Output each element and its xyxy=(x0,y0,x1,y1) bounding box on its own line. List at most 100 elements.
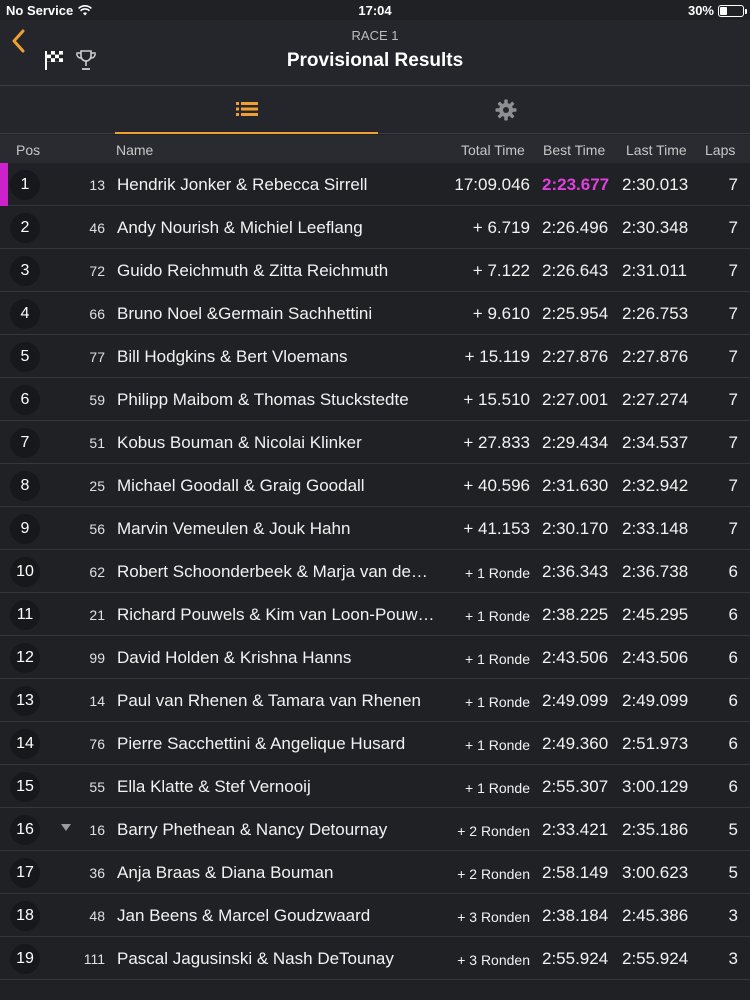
driver-names: Pascal Jagusinski & Nash DeTounay xyxy=(117,949,394,968)
best-time: 2:49.360 xyxy=(542,734,609,753)
tab-settings[interactable] xyxy=(378,86,633,134)
tab-results-list[interactable] xyxy=(115,86,378,134)
total-time: + 2 Ronden xyxy=(457,823,530,839)
result-row[interactable]: 18 48 Jan Beens & Marcel Goudzwaard + 3 Ron… xyxy=(0,894,750,937)
status-bar: No Service 17:04 30% xyxy=(0,0,750,20)
laps-count: 3 xyxy=(728,906,738,925)
result-row[interactable]: 17 36 Anja Braas & Diana Bouman + 2 Ronden 2… xyxy=(0,851,750,894)
laps-count: 6 xyxy=(728,648,738,667)
driver-names: Bill Hodgkins & Bert Vloemans xyxy=(117,347,348,366)
total-time: + 1 Ronde xyxy=(465,737,530,753)
position-badge: 14 xyxy=(10,729,40,759)
car-number: 16 xyxy=(89,822,105,838)
last-time: 2:55.924 xyxy=(622,949,689,968)
best-time: 2:26.643 xyxy=(542,261,609,280)
driver-names: Philipp Maibom & Thomas Stuckstedte xyxy=(117,390,409,409)
car-number: 51 xyxy=(89,435,105,451)
total-time: + 41.153 xyxy=(463,519,530,538)
col-total-time[interactable]: Total Time xyxy=(461,142,525,158)
driver-names: Hendrik Jonker & Rebecca Sirrell xyxy=(117,175,368,194)
last-time: 2:49.099 xyxy=(622,691,689,710)
total-time: 17:09.046 xyxy=(454,175,530,194)
car-number: 36 xyxy=(89,865,105,881)
result-row[interactable]: 2 46 Andy Nourish & Michiel Leeflang + 6.71… xyxy=(0,206,750,249)
result-row[interactable]: 4 66 Bruno Noel &Germain Sachhettini + 9.61… xyxy=(0,292,750,335)
driver-names: Ella Klatte & Stef Vernooij xyxy=(117,777,311,796)
position-badge: 8 xyxy=(10,471,40,501)
last-time: 2:43.506 xyxy=(622,648,689,667)
position-badge: 4 xyxy=(10,299,40,329)
position-badge: 6 xyxy=(10,385,40,415)
col-laps[interactable]: Laps xyxy=(705,142,735,158)
car-number: 13 xyxy=(89,177,105,193)
result-row[interactable]: 7 51 Kobus Bouman & Nicolai Klinker + 27.83… xyxy=(0,421,750,464)
laps-count: 6 xyxy=(728,691,738,710)
col-best-time[interactable]: Best Time xyxy=(543,142,605,158)
result-row[interactable]: 14 76 Pierre Sacchettini & Angelique Husar… xyxy=(0,722,750,765)
driver-names: Barry Phethean & Nancy Detournay xyxy=(117,820,388,839)
last-time: 3:00.623 xyxy=(622,863,689,882)
laps-count: 7 xyxy=(728,347,738,366)
total-time: + 40.596 xyxy=(463,476,530,495)
driver-names: Bruno Noel &Germain Sachhettini xyxy=(117,304,373,323)
best-time: 2:43.506 xyxy=(542,648,609,667)
result-row[interactable]: 13 14 Paul van Rhenen & Tamara van Rhenen +… xyxy=(0,679,750,722)
battery-icon xyxy=(718,4,747,17)
laps-count: 7 xyxy=(728,476,738,495)
best-time: 2:55.307 xyxy=(542,777,609,796)
result-row[interactable]: 1 13 Hendrik Jonker & Rebecca Sirrell 17:09… xyxy=(0,163,750,206)
col-pos[interactable]: Pos xyxy=(16,142,40,158)
best-time: 2:25.954 xyxy=(542,304,609,323)
battery-percent: 30% xyxy=(687,3,714,18)
best-time: 2:38.184 xyxy=(542,906,609,925)
best-time: 2:58.149 xyxy=(542,863,609,882)
total-time: + 15.119 xyxy=(464,347,530,366)
driver-names: David Holden & Krishna Hanns xyxy=(117,648,352,667)
race-label: RACE 1 xyxy=(351,28,399,43)
driver-names: Robert Schoonderbeek & Marja van de… xyxy=(117,562,428,581)
result-row[interactable]: 6 59 Philipp Maibom & Thomas Stuckstedte + … xyxy=(0,378,750,421)
car-number: 111 xyxy=(83,951,105,967)
col-name[interactable]: Name xyxy=(116,142,153,158)
result-row[interactable]: 15 55 Ella Klatte & Stef Vernooij + 1 Ronde… xyxy=(0,765,750,808)
result-row[interactable]: 10 62 Robert Schoonderbeek & Marja van de…… xyxy=(0,550,750,593)
result-row[interactable]: 11 21 Richard Pouwels & Kim van Loon-Pouw…… xyxy=(0,593,750,636)
car-number: 59 xyxy=(89,392,105,408)
best-time: 2:31.630 xyxy=(542,476,609,495)
result-row[interactable]: 9 56 Marvin Vemeulen & Jouk Hahn + 41.153 2:… xyxy=(0,507,750,550)
position-badge: 17 xyxy=(10,858,40,888)
result-row[interactable]: 8 25 Michael Goodall & Graig Goodall + 40.5… xyxy=(0,464,750,507)
car-number: 62 xyxy=(89,564,105,580)
total-time: + 1 Ronde xyxy=(465,608,530,624)
car-number: 55 xyxy=(89,779,105,795)
last-time: 2:51.973 xyxy=(622,734,689,753)
laps-count: 7 xyxy=(728,304,738,323)
laps-count: 6 xyxy=(728,777,738,796)
result-row[interactable]: 5 77 Bill Hodgkins & Bert Vloemans + 15.119… xyxy=(0,335,750,378)
best-time: 2:30.170 xyxy=(542,519,609,538)
fastest-lap-marker xyxy=(0,163,8,206)
driver-names: Pierre Sacchettini & Angelique Husard xyxy=(117,734,406,753)
tab-bar xyxy=(0,86,750,134)
result-row[interactable]: 16 16 Barry Phethean & Nancy Detournay + 2 … xyxy=(0,808,750,851)
position-badge: 15 xyxy=(10,772,40,802)
car-number: 46 xyxy=(89,220,105,236)
last-time: 2:26.753 xyxy=(622,304,689,323)
position-badge: 18 xyxy=(10,901,40,931)
last-time: 2:27.876 xyxy=(622,347,689,366)
best-time: 2:23.677 xyxy=(542,175,610,194)
position-badge: 19 xyxy=(10,944,40,974)
position-badge: 12 xyxy=(10,643,40,673)
car-number: 25 xyxy=(89,478,105,494)
col-last-time[interactable]: Last Time xyxy=(626,142,687,158)
car-number: 76 xyxy=(89,736,105,752)
last-time: 3:00.129 xyxy=(622,777,689,796)
total-time: + 7.122 xyxy=(472,261,530,280)
laps-count: 7 xyxy=(728,433,738,452)
result-row[interactable]: 19 111 Pascal Jagusinski & Nash DeTounay + … xyxy=(0,937,750,980)
result-row[interactable]: 12 99 David Holden & Krishna Hanns + 1 Rond… xyxy=(0,636,750,679)
result-row[interactable]: 3 72 Guido Reichmuth & Zitta Reichmuth + 7.… xyxy=(0,249,750,292)
best-time: 2:49.099 xyxy=(542,691,609,710)
results-list: 1 13 Hendrik Jonker & Rebecca Sirrell 17:09… xyxy=(0,163,750,980)
best-time: 2:27.001 xyxy=(542,390,609,409)
